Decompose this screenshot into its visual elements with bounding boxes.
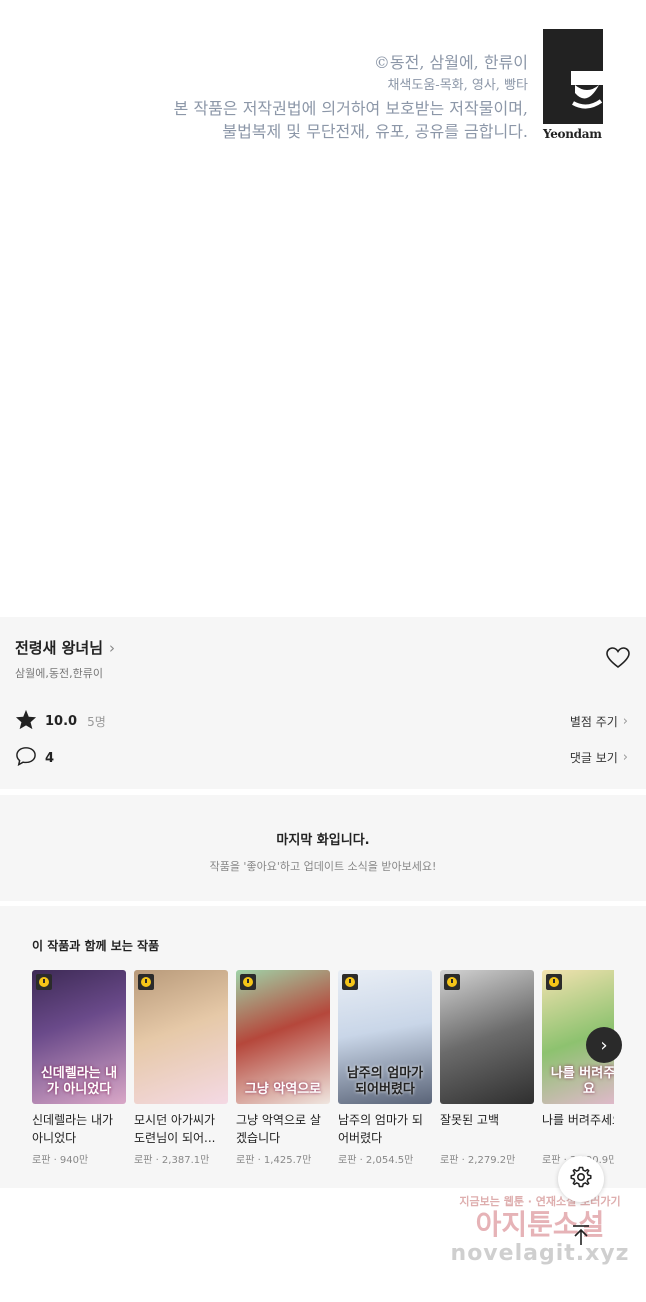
gear-icon [569, 1165, 593, 1193]
work-info-panel: 전령새 왕녀님 › 삼월에,동전,한류이 10.0 5명 별점 주기 › 4 댓글… [0, 617, 646, 789]
chevron-right-icon: › [109, 638, 116, 657]
comment-count: 4 [45, 750, 55, 766]
card-cover-title: 그냥 악역으로 [244, 1082, 322, 1097]
settings-button[interactable] [558, 1156, 604, 1202]
wait-free-badge-icon [138, 974, 154, 990]
recommendation-carousel: 신데렐라는 내가 아니었다 신데렐라는 내가 아니었다 로판 · 940만 모시… [32, 970, 614, 1180]
rate-button[interactable]: 별점 주기 › [570, 713, 628, 730]
recommendation-card[interactable]: 그냥 악역으로 그냥 악역으로 살겠습니다 로판 · 1,425.7만 [236, 970, 330, 1166]
watermark-line-2: 아지툰소설 [475, 1208, 605, 1241]
comment-row: 4 [15, 746, 54, 770]
card-title: 그냥 악역으로 살겠습니다 [236, 1113, 321, 1145]
scroll-top-button[interactable] [558, 1214, 604, 1260]
star-icon [15, 709, 37, 734]
work-authors: 삼월에,동전,한류이 [15, 667, 103, 680]
rating-value: 10.0 [45, 713, 78, 729]
rating-count: 5명 [87, 714, 106, 729]
copyright-section: ©동전, 삼월에, 한류이 채색도움-목화, 영사, 빵타 본 작품은 저작권법… [0, 0, 646, 617]
arrow-up-icon [571, 1224, 591, 1250]
recommendation-card[interactable]: 잘못된 고백 로판 · 2,279.2만 [440, 970, 534, 1166]
card-meta: 로판 · 940만 [32, 1155, 89, 1166]
card-meta: 로판 · 1,425.7만 [236, 1155, 312, 1166]
comment-icon [15, 746, 37, 770]
card-cover: 그냥 악역으로 [236, 970, 330, 1104]
card-cover-title: 나를 버려주세요 [550, 1066, 614, 1097]
wait-free-badge-icon [240, 974, 256, 990]
copyright-line-3: 본 작품은 저작권법에 의거하여 보호받는 저작물이며, [173, 99, 528, 118]
wait-free-badge-icon [546, 974, 562, 990]
card-title: 남주의 엄마가 되어버렸다 [338, 1113, 423, 1145]
card-cover: 남주의 엄마가 되어버렸다 [338, 970, 432, 1104]
watermark-line-3: novelagit.xyz [450, 1241, 630, 1266]
copyright-line-2: 채색도움-목화, 영사, 빵타 [387, 78, 528, 93]
chevron-right-icon: › [622, 750, 628, 765]
recommendation-card[interactable]: 나를 버려주세요 나를 버려주세요 로판 · 3,190.9만 [542, 970, 614, 1166]
like-heart-icon[interactable] [606, 647, 632, 671]
wait-free-badge-icon [444, 974, 460, 990]
wait-free-badge-icon [36, 974, 52, 990]
last-episode-notice: 마지막 화입니다. 작품을 '좋아요'하고 업데이트 소식을 받아보세요! [0, 795, 646, 901]
copyright-line-4: 불법복제 및 무단전재, 유포, 공유를 금합니다. [222, 122, 528, 141]
chevron-right-icon: › [600, 1034, 608, 1056]
card-cover [440, 970, 534, 1104]
recommendation-card[interactable]: 신데렐라는 내가 아니었다 신데렐라는 내가 아니었다 로판 · 940만 [32, 970, 126, 1166]
last-episode-title: 마지막 화입니다. [276, 833, 370, 848]
card-cover [134, 970, 228, 1104]
view-comments-button[interactable]: 댓글 보기 › [570, 749, 628, 766]
last-episode-subtitle: 작품을 '좋아요'하고 업데이트 소식을 받아보세요! [209, 860, 437, 873]
copyright-line-1: ©동전, 삼월에, 한류이 [373, 53, 528, 72]
watermark: 지금보는 웹툰 · 연재소설 보러가기 아지툰소설 novelagit.xyz [440, 1193, 640, 1283]
recommendation-card[interactable]: 모시던 아가씨가 도련님이 되어... 로판 · 2,387.1만 [134, 970, 228, 1166]
rating-row: 10.0 5명 [15, 709, 106, 733]
card-cover-title: 남주의 엄마가 되어버렸다 [346, 1066, 424, 1097]
rate-button-label: 별점 주기 [569, 715, 618, 729]
card-cover-title: 신데렐라는 내가 아니었다 [40, 1066, 118, 1097]
publisher-logo-text: Yeondam [543, 127, 602, 141]
wait-free-badge-icon [342, 974, 358, 990]
recommendation-heading: 이 작품과 함께 보는 작품 [32, 939, 160, 953]
card-title: 나를 버려주세요 [542, 1113, 614, 1127]
recommendation-section: 이 작품과 함께 보는 작품 신데렐라는 내가 아니었다 신데렐라는 내가 아니… [0, 906, 646, 1188]
card-title: 모시던 아가씨가 도련님이 되어... [134, 1113, 216, 1145]
work-title-link[interactable]: 전령새 왕녀님 › [15, 637, 115, 658]
view-comments-label: 댓글 보기 [569, 751, 618, 765]
watermark-line-1: 지금보는 웹툰 · 연재소설 보러가기 [459, 1195, 621, 1208]
card-meta: 로판 · 2,387.1만 [134, 1155, 210, 1166]
card-title: 신데렐라는 내가 아니었다 [32, 1113, 114, 1145]
card-title: 잘못된 고백 [440, 1113, 500, 1127]
card-cover: 신데렐라는 내가 아니었다 [32, 970, 126, 1104]
work-title: 전령새 왕녀님 [15, 639, 104, 657]
card-meta: 로판 · 2,279.2만 [440, 1155, 516, 1166]
copyright-text: ©동전, 삼월에, 한류이 채색도움-목화, 영사, 빵타 본 작품은 저작권법… [174, 51, 528, 143]
carousel-next-button[interactable]: › [586, 1027, 622, 1063]
publisher-logo: Yeondam [543, 29, 605, 144]
card-meta: 로판 · 2,054.5만 [338, 1155, 414, 1166]
chevron-right-icon: › [622, 714, 628, 729]
recommendation-card[interactable]: 남주의 엄마가 되어버렸다 남주의 엄마가 되어버렸다 로판 · 2,054.5… [338, 970, 432, 1166]
